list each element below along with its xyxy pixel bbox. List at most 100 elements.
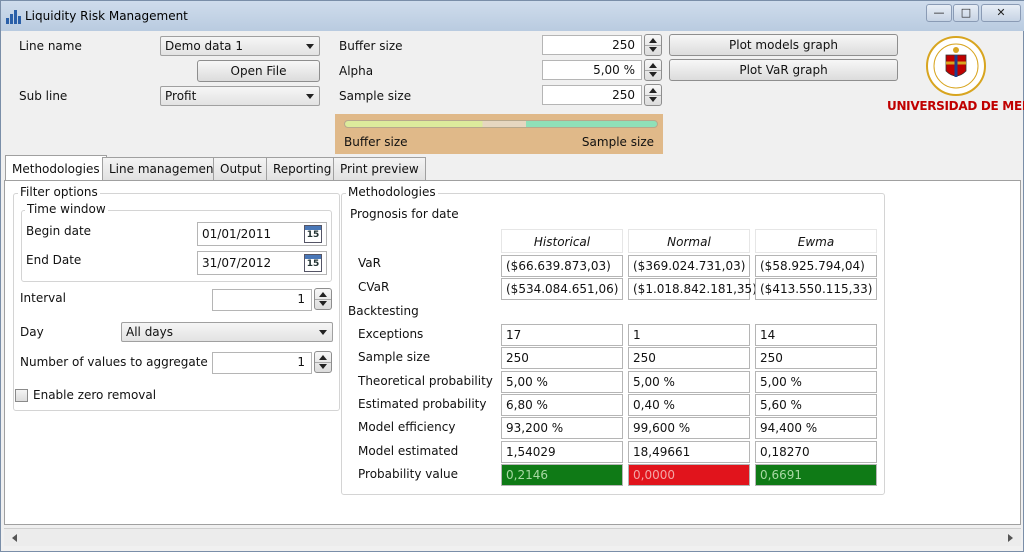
tab-print-preview[interactable]: Print preview [333,157,426,181]
backtesting-normal-cell: 5,00 % [628,370,750,393]
backtesting-label: Backtesting [348,304,419,318]
backtesting-ewma-cell: 250 [755,347,877,370]
backtesting-row-label: Exceptions [358,327,424,341]
interval-input[interactable]: 1 [212,289,312,311]
sample-size-label: Sample size [339,89,412,103]
day-select[interactable]: All days [121,322,333,342]
alpha-input[interactable]: 5,00 % [542,60,642,80]
chevron-down-icon [319,330,327,335]
header-normal: Normal [628,229,750,253]
backtesting-row-label: Probability value [358,466,459,481]
close-button[interactable]: ✕ [981,4,1021,22]
cvar-normal-cell: ($1.018.842.181,35) [628,278,757,300]
university-seal-logo [926,36,986,96]
sub-line-select[interactable]: Profit [160,86,320,106]
plot-models-graph-button[interactable]: Plot models graph [669,34,898,56]
cvar-label: CVaR [358,280,390,294]
aggregate-input[interactable]: 1 [212,352,312,374]
tab-reporting[interactable]: Reporting [266,157,339,181]
backtesting-row-label: Model efficiency [358,420,456,435]
backtesting-ewma-cell: 0,6691 [755,463,877,486]
scroll-right-arrow-icon[interactable] [1008,534,1013,542]
line-name-select[interactable]: Demo data 1 [160,36,320,56]
open-file-button[interactable]: Open File [197,60,320,82]
methodologies-legend: Methodologies [346,185,438,199]
bar-chart-icon [5,8,21,24]
backtesting-ewma-cell: 14 [755,324,877,346]
university-logo-text: UNIVERSIDAD DE MEDELLIN [887,99,1024,113]
chevron-down-icon [306,94,314,99]
header-historical-simulation: Historical Simulation [501,229,623,273]
buffer-sample-slider-panel: Buffer size Sample size [335,114,663,154]
backtesting-historical-cell: 1,54029 [501,440,623,463]
range-slider[interactable] [344,120,658,128]
title-bar: Liquidity Risk Management — □ ✕ [1,1,1024,31]
line-name-label: Line name [19,39,82,53]
backtesting-ewma-cell: 0,18270 [755,440,877,463]
backtesting-normal-cell: 0,0000 [628,463,750,486]
backtesting-historical-cell: 93,200 % [501,417,623,440]
sample-size-input[interactable]: 250 [542,85,642,105]
cvar-historical-cell: ($534.084.651,06) [501,278,623,300]
header-ewma: Ewma [755,229,877,253]
backtesting-normal-cell: 250 [628,347,750,370]
var-label: VaR [358,256,381,270]
end-date-picker[interactable]: 31/07/2012 15 [197,251,327,275]
line-name-value: Demo data 1 [165,39,243,53]
calendar-icon[interactable]: 15 [304,225,322,243]
begin-date-value: 01/01/2011 [202,227,272,241]
var-normal-cell: ($369.024.731,03) [628,255,750,277]
aggregate-stepper[interactable] [314,351,332,373]
backtesting-row-label: Sample size [358,350,431,365]
day-value: All days [126,325,174,339]
alpha-label: Alpha [339,64,374,78]
slider-left-label: Buffer size [344,135,408,149]
backtesting-normal-cell: 18,49661 [628,440,750,463]
day-label: Day [20,325,44,339]
buffer-size-input[interactable]: 250 [542,35,642,55]
maximize-button[interactable]: □ [953,4,979,22]
end-date-label: End Date [26,253,82,267]
backtesting-ewma-cell: 5,60 % [755,393,877,416]
plot-var-graph-button[interactable]: Plot VaR graph [669,59,898,81]
sample-size-stepper[interactable] [644,84,662,106]
prognosis-label: Prognosis for date [350,207,459,221]
backtesting-row-label: Estimated probability [358,396,487,411]
backtesting-historical-cell: 250 [501,347,623,370]
methodologies-panel: Filter options Time window Begin date 01… [4,180,1021,525]
backtesting-row-label: Theoretical probability [358,373,493,388]
time-window-legend: Time window [25,202,108,216]
scroll-left-arrow-icon[interactable] [12,534,17,542]
interval-stepper[interactable] [314,288,332,310]
cvar-ewma-cell: ($413.550.115,33) [755,278,877,300]
end-date-value: 31/07/2012 [202,256,272,270]
backtesting-historical-cell: 0,2146 [501,463,623,486]
zero-removal-label: Enable zero removal [33,388,157,402]
window-title: Liquidity Risk Management [25,9,188,23]
buffer-size-label: Buffer size [339,39,403,53]
tab-methodologies[interactable]: Methodologies [5,155,107,181]
var-ewma-cell: ($58.925.794,04) [755,255,877,277]
buffer-size-stepper[interactable] [644,34,662,56]
backtesting-row-label: Model estimated [358,443,459,458]
alpha-stepper[interactable] [644,59,662,81]
begin-date-label: Begin date [26,224,92,238]
aggregate-label: Number of values to aggregate [20,355,208,369]
sub-line-value: Profit [165,89,197,103]
calendar-icon[interactable]: 15 [304,254,322,272]
backtesting-historical-cell: 17 [501,324,623,346]
begin-date-picker[interactable]: 01/01/2011 15 [197,222,327,246]
var-historical-cell: ($66.639.873,03) [501,255,623,277]
tab-output[interactable]: Output [213,157,269,181]
filter-options-legend: Filter options [18,185,100,199]
backtesting-ewma-cell: 5,00 % [755,370,877,393]
tab-line-management[interactable]: Line management [102,157,226,181]
zero-removal-checkbox[interactable] [15,389,28,402]
slider-right-label: Sample size [581,135,654,149]
interval-label: Interval [20,291,66,305]
sub-line-label: Sub line [19,89,68,103]
backtesting-normal-cell: 99,600 % [628,417,750,440]
horizontal-scrollbar[interactable] [4,528,1021,546]
backtesting-historical-cell: 6,80 % [501,393,623,416]
minimize-button[interactable]: — [926,4,952,22]
